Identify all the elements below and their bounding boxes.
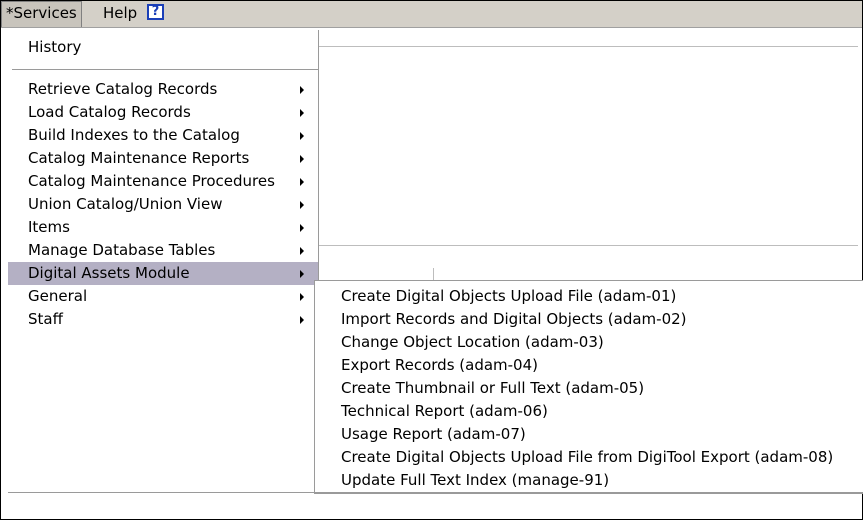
submenu-item-label: Create Thumbnail or Full Text (adam-05) <box>341 379 645 397</box>
menu-item-label: Manage Database Tables <box>28 241 216 259</box>
menu-item-label: Items <box>28 218 70 236</box>
submenu-item-create-digital-objects-upload-file-from-digitool-export-adam-08[interactable]: Create Digital Objects Upload File from … <box>315 446 863 469</box>
menu-item-catalog-maintenance-procedures[interactable]: Catalog Maintenance Procedures <box>8 170 318 193</box>
submenu-arrow-icon <box>300 155 304 163</box>
help-icon[interactable]: ? <box>147 4 164 20</box>
menu-item-items[interactable]: Items <box>8 216 318 239</box>
menu-item-label: Catalog Maintenance Procedures <box>28 172 275 190</box>
menu-help-label: Help <box>103 4 138 22</box>
menu-item-label: Staff <box>28 310 63 328</box>
submenu-item-update-full-text-index-manage-91[interactable]: Update Full Text Index (manage-91) <box>315 469 863 492</box>
submenu-item-usage-report-adam-07[interactable]: Usage Report (adam-07) <box>315 423 863 446</box>
submenu-arrow-icon <box>300 132 304 140</box>
submenu-item-technical-report-adam-06[interactable]: Technical Report (adam-06) <box>315 400 863 423</box>
menu-services-label: *Services <box>6 4 77 22</box>
menu-item-staff[interactable]: Staff <box>8 308 318 331</box>
submenu-item-label: Import Records and Digital Objects (adam… <box>341 310 687 328</box>
menu-help[interactable]: Help <box>99 1 141 27</box>
submenu-item-label: Usage Report (adam-07) <box>341 425 526 443</box>
submenu-item-create-thumbnail-or-full-text-adam-05[interactable]: Create Thumbnail or Full Text (adam-05) <box>315 377 863 400</box>
submenu-item-label: Create Digital Objects Upload File from … <box>341 448 834 466</box>
submenu-arrow-icon <box>300 109 304 117</box>
submenu-item-label: Update Full Text Index (manage-91) <box>341 471 610 489</box>
menu-item-history[interactable]: History <box>8 36 318 59</box>
submenu-item-export-records-adam-04[interactable]: Export Records (adam-04) <box>315 354 863 377</box>
submenu-arrow-icon <box>300 86 304 94</box>
submenu-arrow-icon <box>300 178 304 186</box>
menu-bar: *Services Help ? <box>1 1 862 28</box>
menu-item-label: Retrieve Catalog Records <box>28 80 218 98</box>
submenu-arrow-icon <box>300 316 304 324</box>
submenu-arrow-icon <box>300 270 304 278</box>
submenu-item-label: Export Records (adam-04) <box>341 356 538 374</box>
menu-item-label: Catalog Maintenance Reports <box>28 149 250 167</box>
background-divider <box>318 245 858 246</box>
menu-item-label: History <box>28 38 82 56</box>
digital-assets-submenu: Create Digital Objects Upload File (adam… <box>314 280 863 494</box>
submenu-item-change-object-location-adam-03[interactable]: Change Object Location (adam-03) <box>315 331 863 354</box>
submenu-arrow-icon <box>300 293 304 301</box>
submenu-item-label: Technical Report (adam-06) <box>341 402 548 420</box>
menu-item-label: Load Catalog Records <box>28 103 191 121</box>
menu-separator <box>12 69 318 70</box>
submenu-item-label: Change Object Location (adam-03) <box>341 333 604 351</box>
submenu-arrow-icon <box>300 201 304 209</box>
services-dropdown-menu: History Retrieve Catalog Records Load Cat… <box>8 30 319 493</box>
menu-item-label: Digital Assets Module <box>28 264 190 282</box>
menu-item-manage-database-tables[interactable]: Manage Database Tables <box>8 239 318 262</box>
menu-item-build-indexes-to-the-catalog[interactable]: Build Indexes to the Catalog <box>8 124 318 147</box>
submenu-item-create-digital-objects-upload-file-adam-01[interactable]: Create Digital Objects Upload File (adam… <box>315 285 863 308</box>
menu-item-catalog-maintenance-reports[interactable]: Catalog Maintenance Reports <box>8 147 318 170</box>
menu-services[interactable]: *Services <box>1 1 82 27</box>
background-divider <box>318 46 858 47</box>
submenu-item-import-records-and-digital-objects-adam-02[interactable]: Import Records and Digital Objects (adam… <box>315 308 863 331</box>
submenu-arrow-icon <box>300 247 304 255</box>
submenu-item-label: Create Digital Objects Upload File (adam… <box>341 287 677 305</box>
menu-item-general[interactable]: General <box>8 285 318 308</box>
help-icon-glyph: ? <box>151 4 160 19</box>
menu-item-retrieve-catalog-records[interactable]: Retrieve Catalog Records <box>8 78 318 101</box>
menu-item-union-catalog-union-view[interactable]: Union Catalog/Union View <box>8 193 318 216</box>
menu-item-label: Build Indexes to the Catalog <box>28 126 240 144</box>
menu-item-digital-assets-module[interactable]: Digital Assets Module <box>8 262 318 285</box>
menu-item-load-catalog-records[interactable]: Load Catalog Records <box>8 101 318 124</box>
background-divider <box>433 268 434 280</box>
submenu-arrow-icon <box>300 224 304 232</box>
menu-item-label: General <box>28 287 88 305</box>
menu-item-label: Union Catalog/Union View <box>28 195 223 213</box>
